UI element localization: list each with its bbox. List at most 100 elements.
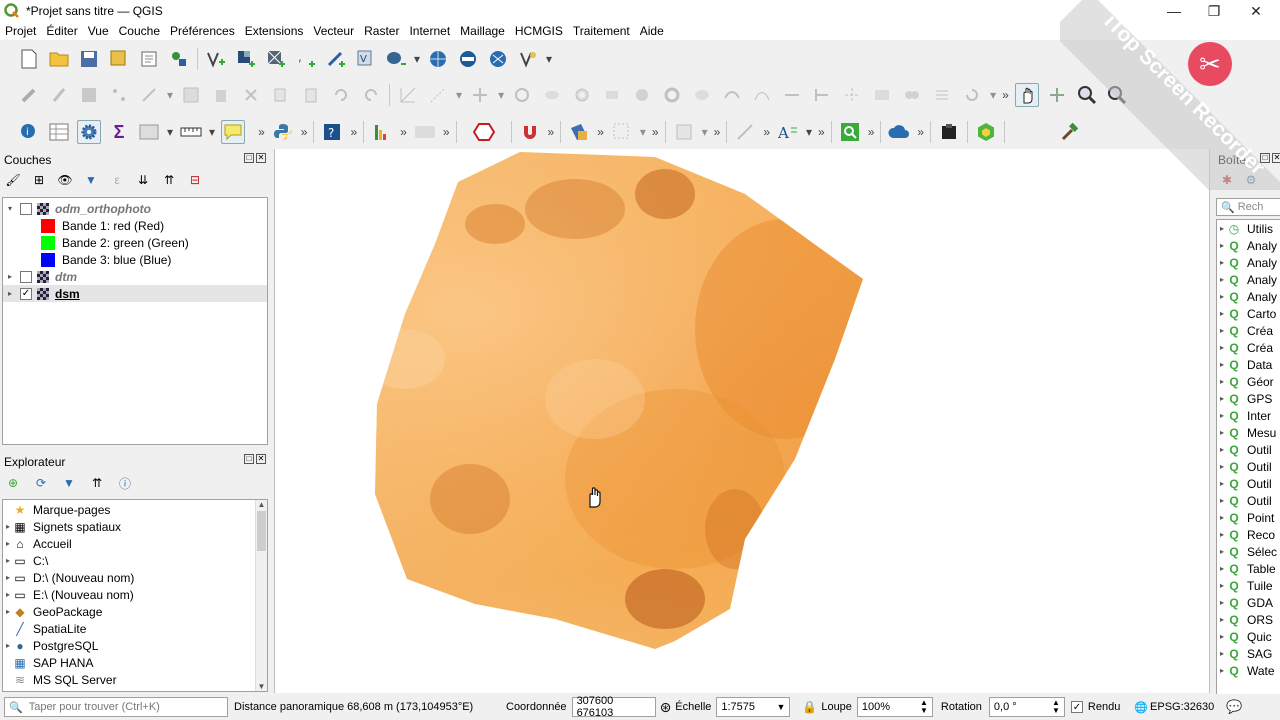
- browser-item[interactable]: ▸ ▭ D:\ (Nouveau nom): [3, 569, 267, 586]
- map-tips-icon[interactable]: [221, 120, 246, 144]
- pan-to-selection-icon[interactable]: [1045, 83, 1069, 107]
- rotation-spinbox[interactable]: 0,0 ° ▲ ▼: [988, 697, 1065, 717]
- toolbox-item[interactable]: ▸ Q Mesu: [1217, 424, 1280, 441]
- dropdown-arrow-icon[interactable]: ▾: [414, 52, 420, 66]
- rotate-feature-icon[interactable]: [510, 83, 534, 107]
- panel-dock-buttons[interactable]: □ ✕: [1260, 153, 1280, 163]
- magnifier-spinbox[interactable]: 100% ▲ ▼: [856, 697, 933, 717]
- add-vector-layer-icon[interactable]: [204, 47, 228, 71]
- toolbox-item[interactable]: ▸ Q Point: [1217, 509, 1280, 526]
- crs-label[interactable]: EPSG:32630: [1150, 701, 1214, 713]
- browser-scrollbar[interactable]: ▲ ▼: [255, 500, 267, 691]
- toolbox-item[interactable]: ▸ Q GDA: [1217, 594, 1280, 611]
- expand-arrow-icon[interactable]: ▸: [1217, 479, 1227, 488]
- lock-scale-icon[interactable]: 🔒: [802, 700, 817, 714]
- layer-row-odm-orthophoto[interactable]: ▾ odm_orthophoto: [3, 200, 267, 217]
- toolbar-overflow-icon[interactable]: »: [917, 125, 924, 139]
- toolbox-item[interactable]: ▸ Q Data: [1217, 356, 1280, 373]
- toolbar-overflow-icon[interactable]: »: [714, 125, 721, 139]
- menu-extensions[interactable]: Extensions: [240, 24, 309, 38]
- add-wfs-icon[interactable]: [456, 47, 480, 71]
- expand-arrow-icon[interactable]: ▸: [1217, 394, 1227, 403]
- add-raster-layer-icon[interactable]: [234, 47, 258, 71]
- toolbar-overflow-icon[interactable]: »: [1002, 88, 1009, 102]
- expand-arrow-icon[interactable]: ▸: [3, 556, 13, 565]
- collapse-arrow-icon[interactable]: ▾: [5, 204, 15, 213]
- expand-arrow-icon[interactable]: ▸: [3, 522, 13, 531]
- expand-arrow-icon[interactable]: ▸: [1217, 428, 1227, 437]
- info-icon[interactable]: ⓘ: [118, 476, 132, 491]
- toolbox-gear-icon[interactable]: ✱: [1220, 173, 1234, 187]
- annotation-icon[interactable]: [733, 120, 757, 144]
- filter-icon[interactable]: ▼: [62, 476, 76, 490]
- modify-attributes-icon[interactable]: [179, 83, 203, 107]
- add-selected-layers-icon[interactable]: ⊕: [6, 476, 20, 490]
- browser-item[interactable]: ▸ ◆ GeoPackage: [3, 603, 267, 620]
- merge-features-icon[interactable]: [900, 83, 924, 107]
- identify-features-icon[interactable]: i: [17, 120, 41, 144]
- save-project-icon[interactable]: [77, 47, 101, 71]
- paste-features-icon[interactable]: [299, 83, 323, 107]
- toolbox-item[interactable]: ▸ Q Tuile: [1217, 577, 1280, 594]
- toolbar-overflow-icon[interactable]: »: [301, 125, 308, 139]
- toolbox-item[interactable]: ▸ Q Wate: [1217, 662, 1280, 679]
- split-features-icon[interactable]: [840, 83, 864, 107]
- browser-item[interactable]: ▸ ⌂ Accueil: [3, 535, 267, 552]
- expand-arrow-icon[interactable]: ▸: [3, 641, 13, 650]
- close-button[interactable]: ✕: [1236, 0, 1276, 22]
- add-virtual-layer-icon[interactable]: V: [354, 47, 378, 71]
- menu-preferences[interactable]: Préférences: [165, 24, 240, 38]
- expand-arrow-icon[interactable]: ▸: [1217, 462, 1227, 471]
- expand-arrow-icon[interactable]: ▸: [1217, 326, 1227, 335]
- toolbar-overflow-icon[interactable]: »: [597, 125, 604, 139]
- scale-combobox[interactable]: 1:7575 ▼: [716, 697, 791, 717]
- add-part-icon[interactable]: [600, 83, 624, 107]
- crs-globe-icon[interactable]: 🌐: [1134, 701, 1148, 714]
- coordinate-field[interactable]: 307600 676103: [571, 695, 656, 719]
- layer-checkbox[interactable]: [20, 202, 32, 215]
- expand-arrow-icon[interactable]: ▸: [1217, 411, 1227, 420]
- reverse-line-icon[interactable]: [780, 83, 804, 107]
- toolbox-item[interactable]: ▸ Q Outil: [1217, 475, 1280, 492]
- add-wms-icon[interactable]: [426, 47, 450, 71]
- shape-digitize-icon[interactable]: [672, 120, 696, 144]
- expand-arrow-icon[interactable]: ▸: [3, 573, 13, 582]
- browser-item[interactable]: ▸ ▭ C:\: [3, 552, 267, 569]
- minimize-button[interactable]: —: [1154, 0, 1194, 22]
- snapping-magnet-icon[interactable]: [518, 120, 542, 144]
- toolbar-overflow-icon[interactable]: »: [548, 125, 555, 139]
- map-canvas[interactable]: [274, 149, 1210, 693]
- toolbox-grid-icon[interactable]: [137, 120, 161, 144]
- expand-arrow-icon[interactable]: ▸: [1217, 224, 1227, 233]
- browser-item[interactable]: ▦ SAP HANA: [3, 654, 267, 671]
- collapse-all-icon[interactable]: ⇈: [162, 173, 176, 187]
- browser-item[interactable]: ▸ ▭ E:\ (Nouveau nom): [3, 586, 267, 603]
- expand-arrow-icon[interactable]: ▸: [1217, 258, 1227, 267]
- raster-histogram-icon[interactable]: [370, 120, 394, 144]
- style-manager-icon[interactable]: [167, 47, 191, 71]
- expand-arrow-icon[interactable]: ▸: [1217, 632, 1227, 641]
- locator-search-input[interactable]: 🔍 Taper pour trouver (Ctrl+K): [4, 697, 228, 717]
- save-as-icon[interactable]: [107, 47, 131, 71]
- menu-projet[interactable]: Projet: [0, 24, 41, 38]
- browser-item[interactable]: ▸ ▦ Signets spatiaux: [3, 518, 267, 535]
- new-project-icon[interactable]: [17, 47, 41, 71]
- add-feature-icon[interactable]: [107, 83, 131, 107]
- vertex-tool-icon[interactable]: [137, 83, 161, 107]
- toolbar-overflow-icon[interactable]: »: [818, 125, 825, 139]
- visibility-eye-icon[interactable]: 👁: [57, 173, 72, 187]
- zoom-in-icon[interactable]: [1075, 83, 1099, 107]
- remove-layer-icon[interactable]: ⊟: [188, 173, 202, 187]
- hexagon-plugin-icon[interactable]: [974, 120, 998, 144]
- layer-checkbox[interactable]: [20, 270, 32, 283]
- toolbar-overflow-icon[interactable]: »: [350, 125, 357, 139]
- menu-internet[interactable]: Internet: [404, 24, 455, 38]
- toolbox-item[interactable]: ▸ Q Sélec: [1217, 543, 1280, 560]
- tools-hammer-icon[interactable]: [1058, 120, 1082, 144]
- restore-button[interactable]: ❐: [1194, 0, 1234, 22]
- label-tool-icon[interactable]: [413, 120, 437, 144]
- toolbar-overflow-icon[interactable]: »: [868, 125, 875, 139]
- expand-arrow-icon[interactable]: ▸: [1217, 360, 1227, 369]
- toolbox-item[interactable]: ▸ Q Analy: [1217, 271, 1280, 288]
- expand-arrow-icon[interactable]: ▸: [1217, 598, 1227, 607]
